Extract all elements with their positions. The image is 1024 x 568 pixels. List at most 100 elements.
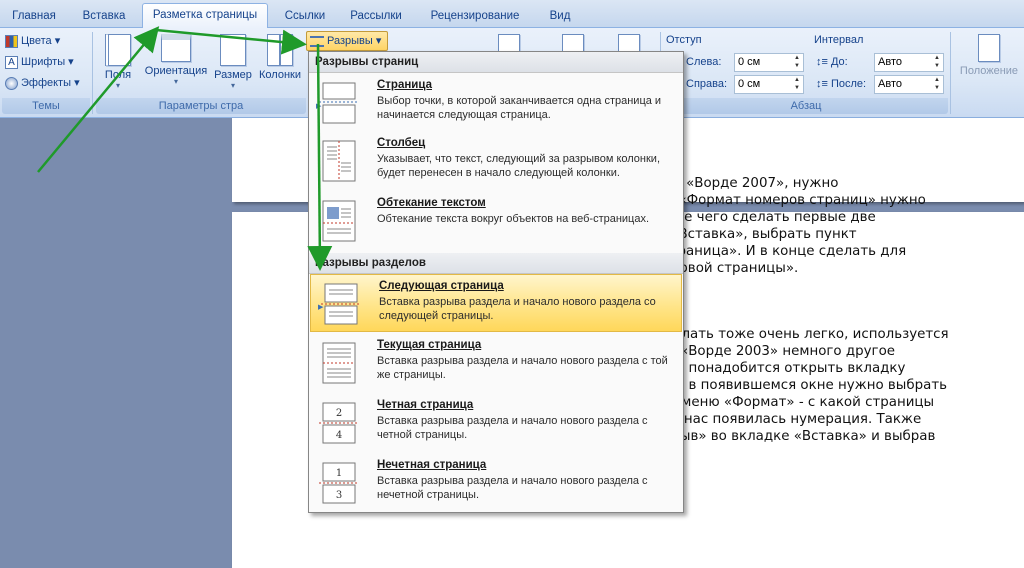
spinner-arrows-icon[interactable]: ▲ ▼ — [792, 76, 802, 93]
indent-left-label: Слева: — [686, 56, 722, 68]
text-line: кте «Формат номеров страниц» нужно — [650, 193, 926, 208]
text-line: я страница». И в конце сделать для — [650, 244, 907, 259]
menu-item-desc: Вставка разрыва раздела и начало нового … — [377, 415, 648, 441]
ribbon-separator — [92, 32, 93, 114]
chevron-down-icon: ▾ — [115, 81, 120, 90]
svg-text:2: 2 — [336, 408, 342, 419]
ribbon-separator — [950, 32, 951, 114]
indent-left-field[interactable]: 0 см ▲ ▼ — [734, 53, 804, 72]
menu-item-desc: Обтекание текста вокруг объектов на веб-… — [377, 213, 650, 225]
margins-button[interactable]: Поля ▾ — [98, 30, 138, 96]
indent-right-label: Справа: — [686, 78, 728, 90]
tab-review[interactable]: Рецензирование — [420, 6, 530, 28]
orientation-label: Ориентация — [144, 65, 208, 77]
chevron-down-icon: ▾ — [173, 77, 178, 86]
menu-item-desc: Вставка разрыва раздела и начало нового … — [379, 296, 656, 322]
themes-group-label: Темы — [2, 98, 90, 114]
breaks-dropdown-menu: Разрывы страниц ▶ Страница Выбор точки, … — [308, 51, 684, 513]
menu-item-desc: Выбор точки, в которой заканчивается одн… — [377, 95, 662, 121]
spacing-before-icon: ↕≡ — [816, 56, 831, 68]
colors-icon — [5, 34, 18, 48]
tab-page-layout[interactable]: Разметка страницы — [142, 3, 268, 29]
menu-item-title: Страница — [377, 79, 432, 91]
tab-insert[interactable]: Вставка — [74, 6, 134, 28]
chevron-down-icon: ▾ — [230, 81, 235, 90]
tab-mailings[interactable]: Рассылки — [344, 6, 408, 28]
indent-right-value: 0 см — [738, 78, 761, 90]
menu-item-desc: Указывает, что текст, следующий за разры… — [377, 153, 661, 179]
text-wrapping-icon — [322, 200, 356, 242]
spacing-after-icon: ↕≡ — [816, 78, 831, 90]
margins-icon — [105, 34, 131, 66]
menu-item-title: Следующая страница — [379, 280, 504, 292]
columns-button[interactable]: Колонки — [256, 30, 304, 96]
indent-right-field[interactable]: 0 см ▲ ▼ — [734, 75, 804, 94]
position-label: Положение — [959, 65, 1019, 77]
spacing-before-text: До: — [830, 56, 848, 68]
spacing-before-label: ↕≡ До: — [816, 56, 848, 68]
paragraph-group-label: Абзац — [664, 98, 948, 114]
size-icon — [220, 34, 246, 66]
orientation-button[interactable]: Ориентация ▾ — [142, 30, 210, 96]
ribbon-tabs: Главная Вставка Разметка страницы Ссылки… — [0, 0, 1024, 29]
menu-item-continuous[interactable]: Текущая страница Вставка разрыва раздела… — [309, 334, 683, 392]
text-line: После чего сделать первые две — [650, 210, 876, 225]
menu-item-next-page[interactable]: ▶ Следующая страница Вставка разрыва раз… — [310, 274, 682, 332]
page-break-icon — [319, 82, 359, 124]
columns-label: Колонки — [259, 69, 301, 81]
text-line: цы в «Ворде 2007», нужно — [650, 176, 839, 191]
tab-references[interactable]: Ссылки — [278, 6, 332, 28]
tab-home[interactable]: Главная — [6, 6, 62, 28]
even-page-icon: 2 4 — [319, 402, 359, 444]
column-break-icon — [322, 140, 356, 182]
menu-item-title: Четная страница — [377, 399, 474, 411]
margins-label: Поля — [104, 69, 132, 81]
next-page-icon — [321, 283, 361, 325]
spacing-after-text: После: — [830, 78, 867, 90]
menu-item-page-break[interactable]: ▶ Страница Выбор точки, в которой заканч… — [309, 74, 683, 132]
fonts-icon: A — [5, 55, 18, 69]
effects-icon — [5, 76, 18, 90]
menu-item-text-wrapping[interactable]: Обтекание текстом Обтекание текста вокру… — [309, 192, 683, 250]
spacing-header: Интервал — [814, 34, 864, 46]
menu-item-title: Обтекание текстом — [377, 197, 486, 209]
menu-item-title: Столбец — [377, 137, 426, 149]
tab-view[interactable]: Вид — [542, 6, 578, 28]
spacing-after-label: ↕≡ После: — [816, 78, 866, 90]
odd-page-icon: 1 3 — [319, 462, 359, 504]
text-line: я первой страницы». — [650, 261, 799, 276]
position-icon — [978, 34, 1000, 62]
breaks-button[interactable]: Разрывы ▾ — [306, 31, 388, 51]
breaks-icon — [310, 35, 324, 47]
spinner-arrows-icon[interactable]: ▲ ▼ — [932, 76, 942, 93]
theme-effects-label: Эффекты — [21, 77, 72, 89]
menu-item-desc: Вставка разрыва раздела и начало нового … — [377, 475, 648, 501]
menu-item-title: Нечетная страница — [377, 459, 487, 471]
spinner-arrows-icon[interactable]: ▲ ▼ — [792, 54, 802, 71]
theme-effects-button[interactable]: Эффекты ▾ — [5, 73, 80, 93]
page-breaks-header: Разрывы страниц — [309, 52, 683, 73]
columns-icon — [267, 34, 293, 66]
svg-text:1: 1 — [336, 468, 342, 479]
theme-fonts-button[interactable]: A Шрифты ▾ — [5, 52, 74, 72]
continuous-icon — [322, 342, 356, 384]
menu-item-even-page[interactable]: 2 4 Четная страница Вставка разрыва разд… — [309, 394, 683, 452]
menu-item-column-break[interactable]: Столбец Указывает, что текст, следующий … — [309, 132, 683, 190]
size-button[interactable]: Размер ▾ — [212, 30, 254, 96]
breaks-label: Разрывы — [327, 35, 373, 47]
size-label: Размер — [214, 69, 252, 81]
spinner-arrows-icon[interactable]: ▲ ▼ — [932, 54, 942, 71]
page-setup-group-label: Параметры стра — [96, 98, 306, 114]
spacing-after-field[interactable]: Авто ▲ ▼ — [874, 75, 944, 94]
theme-colors-button[interactable]: Цвета ▾ — [5, 31, 60, 51]
menu-item-desc: Вставка разрыва раздела и начало нового … — [377, 355, 668, 381]
theme-colors-label: Цвета — [21, 35, 52, 47]
position-button[interactable]: Положение — [956, 30, 1022, 96]
spacing-before-field[interactable]: Авто ▲ ▼ — [874, 53, 944, 72]
svg-text:4: 4 — [336, 430, 342, 441]
theme-fonts-label: Шрифты — [21, 56, 66, 68]
svg-text:3: 3 — [336, 490, 342, 501]
menu-item-odd-page[interactable]: 1 3 Нечетная страница Вставка разрыва ра… — [309, 454, 683, 512]
indent-left-value: 0 см — [738, 56, 761, 68]
spacing-before-value: Авто — [878, 56, 902, 68]
